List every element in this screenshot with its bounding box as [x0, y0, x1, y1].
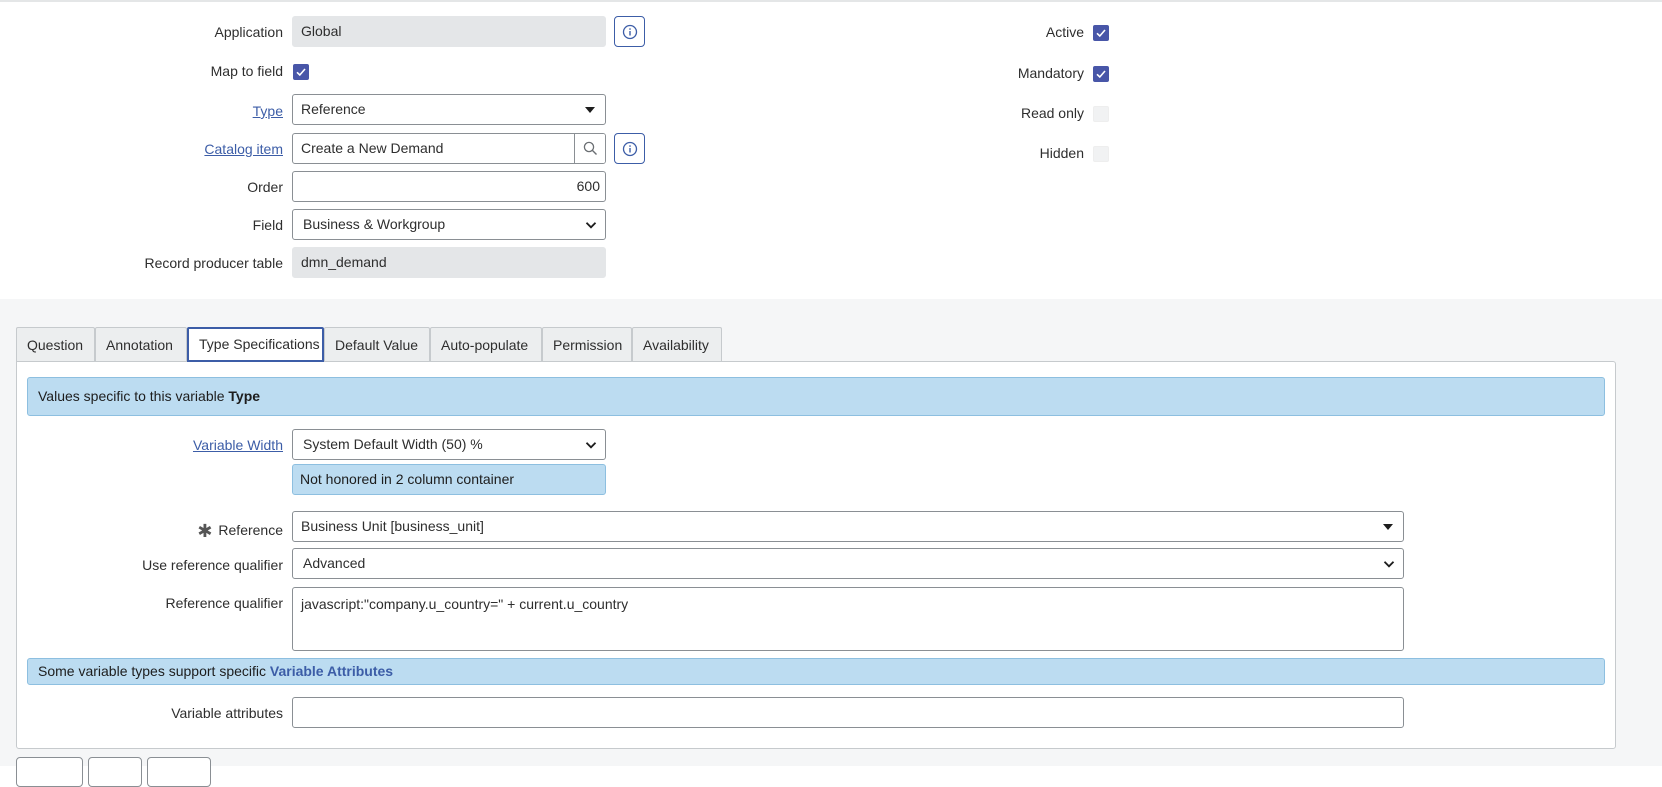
width-note: Not honored in 2 column container [292, 464, 606, 495]
tab-annotation[interactable]: Annotation [95, 327, 187, 362]
tab-type-specifications[interactable]: Type Specifications [187, 327, 324, 362]
caret-down-icon [1383, 524, 1393, 530]
hidden-label: Hidden [1039, 145, 1084, 161]
variable-width-label-link[interactable]: Variable Width [193, 437, 283, 453]
tab-availability[interactable]: Availability [632, 327, 722, 362]
info-icon [622, 24, 637, 39]
type-info-text: Values specific to this variable [38, 388, 229, 404]
form-button-2[interactable] [88, 757, 142, 787]
type-info-bold: Type [228, 388, 261, 404]
read-only-label: Read only [1020, 105, 1084, 121]
catalog-item-label-link[interactable]: Catalog item [204, 141, 283, 157]
caret-down-icon [585, 107, 595, 113]
reference-label-text: Reference [218, 522, 283, 538]
tab-auto-populate[interactable]: Auto-populate [430, 327, 542, 362]
variable-attributes-input[interactable] [292, 697, 1404, 728]
check-icon [1096, 29, 1106, 38]
application-info-button[interactable] [614, 16, 645, 47]
read-only-checkbox[interactable] [1093, 106, 1109, 122]
reference-label: ✱ Reference [197, 519, 283, 541]
mandatory-checkbox[interactable] [1093, 66, 1109, 82]
order-label: Order [247, 179, 283, 195]
record-producer-table-field: dmn_demand [292, 247, 606, 278]
variable-width-select[interactable]: System Default Width (50) % [292, 429, 606, 460]
info-icon [622, 141, 637, 156]
variable-attributes-label: Variable attributes [171, 705, 283, 721]
reference-qualifier-textarea[interactable]: javascript:"company.u_country=" + curren… [292, 587, 1404, 651]
search-icon [583, 141, 597, 155]
active-label: Active [1045, 24, 1084, 40]
check-icon [296, 68, 306, 77]
tab-permission[interactable]: Permission [542, 327, 632, 362]
use-reference-qualifier-value: Advanced [303, 555, 366, 571]
application-field: Global [292, 16, 606, 47]
map-to-field-label: Map to field [210, 63, 283, 79]
catalog-item-info-button[interactable] [614, 133, 645, 164]
hidden-checkbox[interactable] [1093, 146, 1109, 162]
variable-attributes-link[interactable]: Variable Attributes [270, 663, 393, 679]
use-reference-qualifier-label: Use reference qualifier [142, 557, 283, 573]
chevron-down-icon [585, 439, 597, 451]
field-select[interactable]: Business & Workgroup [292, 209, 606, 240]
use-reference-qualifier-select[interactable]: Advanced [292, 548, 1404, 579]
chevron-down-icon [1383, 558, 1395, 570]
tab-default-value[interactable]: Default Value [324, 327, 430, 362]
catalog-item-value: Create a New Demand [301, 140, 444, 156]
catalog-item-search-button[interactable] [574, 134, 605, 163]
check-icon [1096, 70, 1106, 79]
type-label-link[interactable]: Type [253, 103, 283, 119]
type-select[interactable]: Reference [292, 94, 606, 125]
reference-select[interactable]: Business Unit [business_unit] [292, 511, 1404, 542]
tab-question[interactable]: Question [16, 327, 95, 362]
catalog-item-field[interactable]: Create a New Demand [292, 133, 606, 164]
application-label: Application [214, 24, 284, 40]
map-to-field-checkbox[interactable] [293, 64, 309, 80]
variable-attributes-info-banner: Some variable types support specific Var… [27, 658, 1605, 685]
form-button-1[interactable] [16, 757, 83, 787]
required-star-icon: ✱ [197, 521, 213, 541]
mandatory-label: Mandatory [1017, 65, 1084, 81]
type-select-value: Reference [301, 101, 366, 117]
record-producer-table-label: Record producer table [144, 255, 283, 271]
attributes-info-text: Some variable types support specific [38, 663, 270, 679]
reference-select-value: Business Unit [business_unit] [301, 518, 484, 534]
form-button-3[interactable] [147, 757, 211, 787]
reference-qualifier-label: Reference qualifier [165, 595, 283, 611]
field-select-value: Business & Workgroup [303, 216, 446, 232]
type-info-banner: Values specific to this variable Type [27, 377, 1605, 416]
order-input[interactable]: 600 [292, 171, 606, 202]
chevron-down-icon [585, 219, 597, 231]
field-label: Field [252, 217, 283, 233]
variable-width-value: System Default Width (50) % [303, 436, 483, 452]
active-checkbox[interactable] [1093, 25, 1109, 41]
